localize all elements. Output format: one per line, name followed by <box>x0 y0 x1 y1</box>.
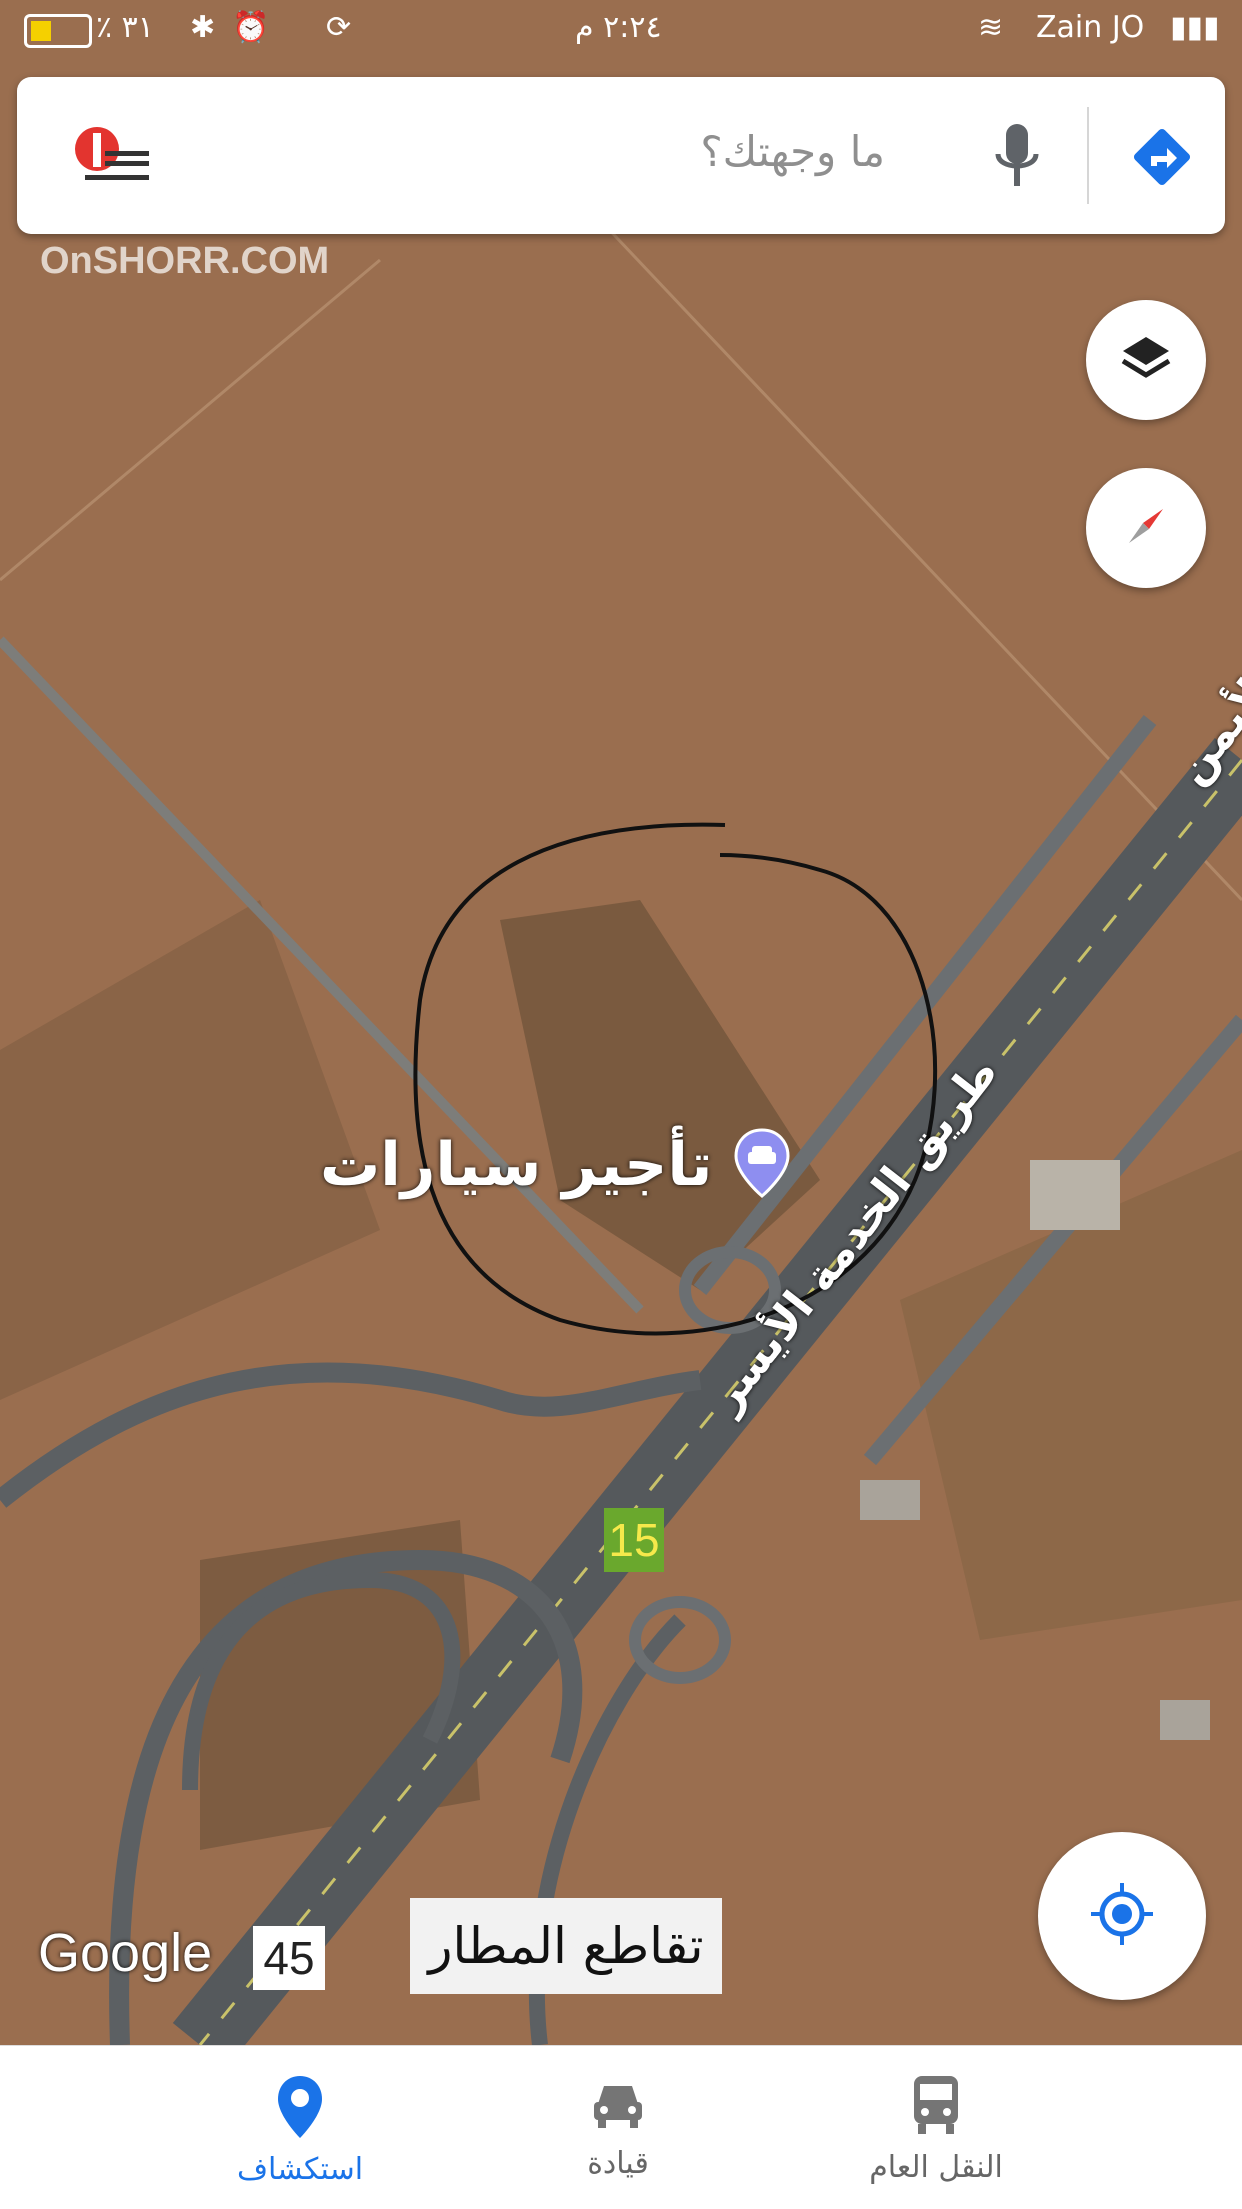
satellite-map[interactable] <box>0 0 1242 2045</box>
bluetooth-icon: ✱ <box>190 10 216 45</box>
compass-icon <box>1119 499 1173 557</box>
search-divider <box>1087 107 1089 204</box>
tab-driving-label: قيادة <box>587 2146 649 2181</box>
signal-icon: ▮▮▮ <box>1170 10 1220 45</box>
layers-button[interactable] <box>1086 300 1206 420</box>
directions-icon[interactable] <box>1127 122 1197 192</box>
place-label[interactable]: تأجير سيارات <box>320 1130 712 1200</box>
bottom-navigation: استكشاف قيادة النقل العام <box>0 2045 1242 2209</box>
status-bar: ٪ ٣١ ✱ ⏰ ⟳ ٢:٢٤ م ≋ Zain JO ▮▮▮ <box>0 0 1242 60</box>
car-icon <box>588 2086 648 2138</box>
my-location-button[interactable] <box>1038 1832 1206 2000</box>
microphone-icon[interactable] <box>992 122 1042 192</box>
tab-transit-label: النقل العام <box>869 2150 1003 2185</box>
status-time: ٢:٢٤ م <box>575 10 662 45</box>
junction-label: تقاطع المطار <box>410 1898 722 1994</box>
crosshair-icon <box>1087 1879 1157 1953</box>
battery-icon <box>24 14 92 48</box>
road-badge-45: 45 <box>253 1926 325 1990</box>
watermark-logo: OnSHORR.COM <box>40 240 330 282</box>
road-badge-15: 15 <box>604 1508 664 1572</box>
carrier-name: Zain JO <box>1036 10 1145 45</box>
search-bar[interactable]: ما وجهتك؟ <box>17 77 1225 234</box>
tab-transit[interactable]: النقل العام <box>816 2074 1056 2185</box>
google-logo: Google <box>38 1923 213 1983</box>
train-icon <box>908 2076 964 2142</box>
car-rental-pin-icon[interactable] <box>732 1128 792 1198</box>
wifi-icon: ≋ <box>978 10 1004 45</box>
compass-button[interactable] <box>1086 468 1206 588</box>
tab-explore-label: استكشاف <box>236 2152 364 2187</box>
battery-percent: ٪ ٣١ <box>96 10 154 45</box>
tab-explore[interactable]: استكشاف <box>180 2074 420 2187</box>
location-pin-icon <box>275 2076 325 2144</box>
tab-driving[interactable]: قيادة <box>498 2074 738 2181</box>
alarm-icon: ⏰ <box>232 10 270 45</box>
rotation-lock-icon: ⟳ <box>326 10 352 45</box>
layers-icon <box>1119 331 1173 389</box>
search-input[interactable]: ما وجهتك؟ <box>700 127 885 176</box>
menu-icon[interactable] <box>75 119 155 189</box>
